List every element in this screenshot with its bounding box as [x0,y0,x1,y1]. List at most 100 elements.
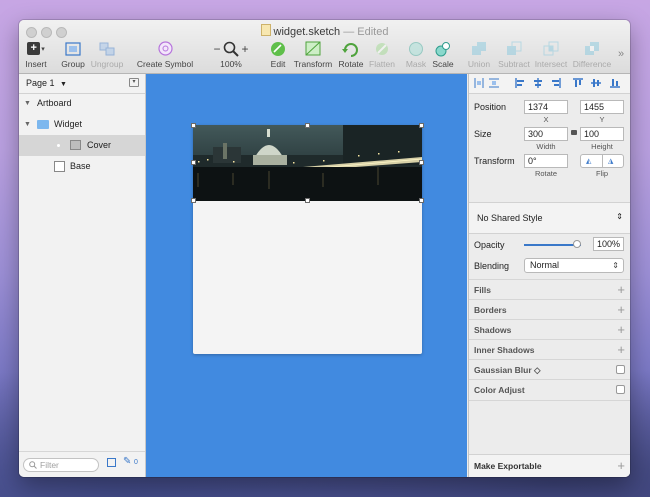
flip-horizontal-icon[interactable]: ◭ [586,157,591,165]
x-field[interactable]: 1374 [524,100,568,114]
create-symbol-button[interactable]: Create Symbol [136,40,194,69]
union-label: Union [467,59,491,69]
resize-handle-left[interactable] [191,160,196,165]
rotate-sublabel: Rotate [534,169,558,178]
difference-label: Difference [572,59,612,69]
color-adjust-section[interactable]: Color Adjust [469,379,630,401]
rotate-field[interactable]: 0° [524,154,568,168]
flatten-label: Flatten [369,59,395,69]
insert-label: Insert [25,59,47,69]
flip-vertical-icon[interactable]: ◮ [608,157,613,165]
toolbar-overflow-button[interactable]: » [615,48,627,60]
mask-icon [409,41,423,56]
resize-handle-top-right[interactable] [419,123,424,128]
image-layer-icon [70,140,81,150]
layers-panel: Page 1 ▼ ▾ ▼ Artboard ▼ Widget Cover Bas… [19,74,146,477]
page-toggle-icon[interactable]: ▾ [129,78,139,87]
filter-placeholder: Filter [40,460,59,470]
page-selector[interactable]: Page 1 ▼ ▾ [19,74,145,94]
subtract-button[interactable]: Subtract [496,40,532,69]
zoom-control: − + 100% [207,40,255,69]
canvas[interactable] [146,74,467,477]
shared-style-select[interactable]: No Shared Style [477,213,543,223]
chevron-down-icon: ▼ [60,81,67,88]
blending-select[interactable]: Normal ⇕ [524,258,624,273]
zoom-level: 100% [220,59,242,69]
add-fill-icon[interactable]: + [617,283,625,296]
intersect-button[interactable]: Intersect [534,40,568,69]
filter-input[interactable]: Filter [23,458,99,472]
align-left-icon[interactable] [515,78,525,88]
resize-handle-right[interactable] [419,160,424,165]
gaussian-blur-section[interactable]: Gaussian Blur ◇ [469,359,630,380]
opacity-field[interactable]: 100% [593,237,624,251]
flip-sublabel: Flip [595,169,609,178]
distribute-horizontal-icon[interactable] [474,78,484,88]
align-center-horizontal-icon[interactable] [533,78,543,88]
difference-button[interactable]: Difference [571,40,613,69]
add-export-icon[interactable]: + [617,459,625,472]
align-right-icon[interactable] [551,78,561,88]
disclosure-open-icon[interactable]: ▼ [24,114,31,135]
create-symbol-label: Create Symbol [136,59,194,69]
layer-cover[interactable]: Cover [19,135,145,156]
align-top-icon[interactable] [573,78,583,88]
mask-button[interactable]: Mask [405,40,427,69]
flatten-button[interactable]: Flatten [368,40,396,69]
layer-widget[interactable]: ▼ Widget [19,114,145,135]
disclosure-open-icon[interactable]: ▼ [24,93,31,114]
edit-label: Edit [270,59,286,69]
resize-handle-top[interactable] [305,123,310,128]
opacity-slider[interactable] [524,240,581,248]
layer-base[interactable]: Base [19,156,145,177]
color-adjust-checkbox[interactable] [616,385,625,394]
edit-button[interactable]: Edit [268,40,288,69]
lock-icon[interactable] [571,130,577,135]
shadows-section[interactable]: Shadows + [469,319,630,340]
add-inner-shadow-icon[interactable]: + [617,343,625,356]
rotate-button[interactable]: Rotate [337,40,365,69]
fills-section[interactable]: Fills + [469,279,630,300]
cover-image[interactable] [193,125,422,201]
updown-arrow-icon: ⇕ [616,212,623,221]
height-field[interactable]: 100 [580,127,624,141]
document-icon [260,24,271,36]
gaussian-blur-label: Gaussian Blur ◇ [474,365,541,375]
export-section[interactable]: Make Exportable + [469,454,630,477]
resize-handle-bottom-right[interactable] [419,198,424,203]
insert-button[interactable]: + ▾ Insert [24,40,48,69]
scale-icon [435,41,450,56]
x-sublabel: X [543,115,549,124]
edited-status: Edited [357,26,389,38]
transform-button[interactable]: Transform [293,40,333,69]
symbols-filter-icon[interactable] [107,458,116,467]
y-field[interactable]: 1455 [580,100,624,114]
align-middle-vertical-icon[interactable] [591,78,601,88]
resize-handle-bottom[interactable] [305,198,310,203]
ungroup-button[interactable]: Ungroup [89,40,125,69]
scale-button[interactable]: Scale [431,40,455,69]
layer-artboard[interactable]: ▼ Artboard [19,93,145,114]
resize-handle-bottom-left[interactable] [191,198,196,203]
opacity-slider-knob[interactable] [573,240,581,248]
resize-handle-top-left[interactable] [191,123,196,128]
width-sublabel: Width [536,142,556,151]
window-title: widget.sketch — Edited [19,24,630,38]
align-bottom-icon[interactable] [610,78,620,88]
add-shadow-icon[interactable]: + [617,323,625,336]
add-border-icon[interactable]: + [617,303,625,316]
distribute-vertical-icon[interactable] [489,78,499,88]
zoom-out-button[interactable]: − [211,42,223,56]
pen-icon[interactable]: ✎ [123,456,131,467]
transform-label: Transform [293,59,333,69]
borders-section[interactable]: Borders + [469,299,630,320]
group-icon [65,41,81,56]
group-button[interactable]: Group [60,40,86,69]
insert-icon: + [27,42,41,55]
width-field[interactable]: 300 [524,127,568,141]
gaussian-blur-checkbox[interactable] [616,365,625,374]
group-label: Group [61,59,85,69]
zoom-in-button[interactable]: + [239,42,251,56]
union-button[interactable]: Union [467,40,491,69]
inner-shadows-section[interactable]: Inner Shadows + [469,339,630,360]
